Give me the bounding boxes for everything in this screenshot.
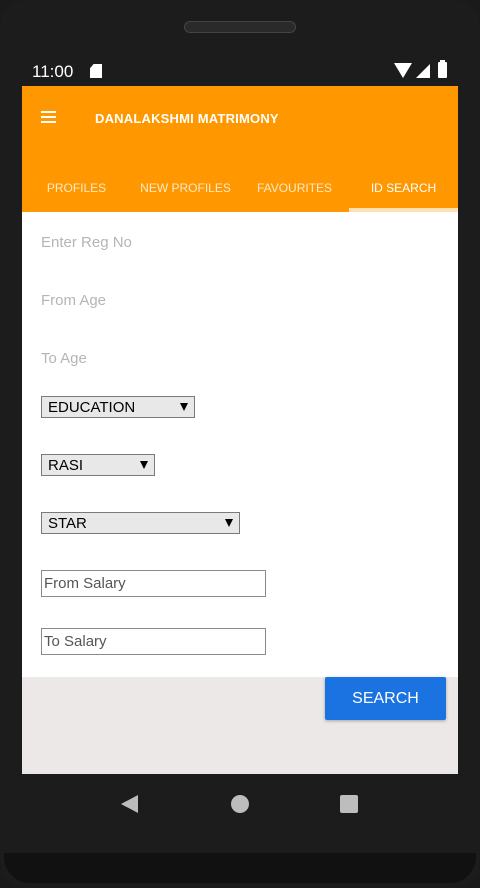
tab-id-search[interactable]: ID SEARCH bbox=[349, 164, 458, 212]
rasi-select[interactable]: RASI bbox=[41, 454, 155, 476]
search-button[interactable]: SEARCH bbox=[325, 677, 446, 720]
rasi-select-value: RASI bbox=[48, 457, 84, 474]
sd-card-icon bbox=[90, 64, 102, 78]
tab-new-profiles[interactable]: NEW PROFILES bbox=[131, 164, 240, 212]
from-salary-input[interactable] bbox=[41, 570, 266, 597]
phone-frame: 11:00 DANALAKSHMI MATRIMONY PROFILES NEW… bbox=[0, 0, 480, 888]
home-icon[interactable] bbox=[231, 795, 249, 813]
dropdown-arrow-icon bbox=[225, 519, 233, 527]
back-icon[interactable] bbox=[121, 795, 138, 813]
speaker-grille bbox=[184, 21, 296, 33]
education-select[interactable]: EDUCATION bbox=[41, 396, 195, 418]
signal-icon bbox=[416, 64, 430, 78]
phone-chin bbox=[4, 853, 476, 883]
screen: 11:00 DANALAKSHMI MATRIMONY PROFILES NEW… bbox=[22, 56, 458, 774]
status-bar: 11:00 bbox=[22, 56, 458, 86]
to-salary-input[interactable] bbox=[41, 628, 266, 655]
battery-icon bbox=[438, 60, 447, 78]
tab-profiles[interactable]: PROFILES bbox=[22, 164, 131, 212]
search-form: EDUCATION RASI STAR bbox=[22, 212, 458, 677]
hamburger-menu-icon[interactable] bbox=[41, 111, 56, 123]
reg-no-input[interactable] bbox=[41, 227, 401, 257]
star-select[interactable]: STAR bbox=[41, 512, 240, 534]
tab-favourites[interactable]: FAVOURITES bbox=[240, 164, 349, 212]
status-time: 11:00 bbox=[32, 62, 74, 81]
wifi-icon bbox=[394, 63, 412, 78]
app-bar: DANALAKSHMI MATRIMONY PROFILES NEW PROFI… bbox=[22, 86, 458, 212]
dropdown-arrow-icon bbox=[180, 403, 188, 411]
dropdown-arrow-icon bbox=[140, 461, 148, 469]
education-select-value: EDUCATION bbox=[48, 399, 136, 416]
from-age-input[interactable] bbox=[41, 285, 401, 315]
to-age-input[interactable] bbox=[41, 343, 401, 373]
app-title: DANALAKSHMI MATRIMONY bbox=[95, 111, 279, 126]
star-select-value: STAR bbox=[48, 515, 87, 532]
recent-apps-icon[interactable] bbox=[340, 795, 358, 813]
tab-bar: PROFILES NEW PROFILES FAVOURITES ID SEAR… bbox=[22, 164, 458, 212]
system-nav-bar bbox=[0, 774, 480, 834]
